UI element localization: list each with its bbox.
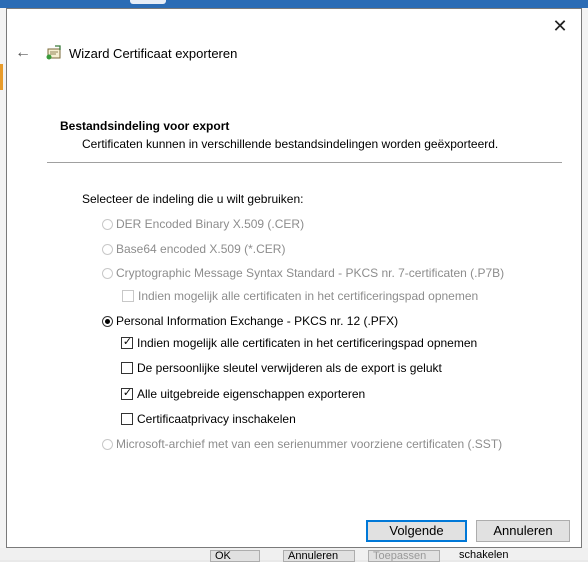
header-divider <box>47 162 562 163</box>
checkbox[interactable] <box>121 413 133 425</box>
radio-button[interactable] <box>102 438 113 450</box>
export-wizard-dialog: ✕ ← Wizard Certificaat exporteren Bestan… <box>6 8 582 548</box>
radio-der[interactable]: DER Encoded Binary X.509 (.CER) <box>102 217 304 231</box>
next-button[interactable]: Volgende <box>366 520 467 542</box>
radio-pfx[interactable]: Personal Information Exchange - PKCS nr.… <box>102 314 398 328</box>
radio-button[interactable] <box>102 218 113 230</box>
checkbox-pfx-privacy-label: Certificaatprivacy inschakelen <box>137 412 296 426</box>
radio-base64[interactable]: Base64 encoded X.509 (*.CER) <box>102 242 285 256</box>
close-button[interactable]: ✕ <box>549 15 571 37</box>
checkbox-pfx-delete-key[interactable]: De persoonlijke sleutel verwijderen als … <box>121 361 442 375</box>
checkmark-icon: ✓ <box>122 387 133 399</box>
section-heading: Bestandsindeling voor export <box>60 119 230 133</box>
radio-button[interactable] <box>102 243 113 255</box>
certificate-wizard-icon <box>46 45 61 60</box>
radio-pkcs7[interactable]: Cryptographic Message Syntax Standard - … <box>102 266 504 280</box>
checkbox-pfx-delete-key-label: De persoonlijke sleutel verwijderen als … <box>137 361 442 375</box>
background-ok-button: OK <box>210 550 260 562</box>
format-prompt: Selecteer de indeling die u wilt gebruik… <box>82 192 304 206</box>
radio-der-label: DER Encoded Binary X.509 (.CER) <box>116 217 305 231</box>
checkbox-pfx-export-props-label: Alle uitgebreide eigenschappen exportere… <box>137 387 366 401</box>
checkbox-checked[interactable]: ✓ <box>121 387 133 400</box>
dialog-title: Wizard Certificaat exporteren <box>69 46 238 61</box>
radio-sst-label: Microsoft-archief met van een serienumme… <box>116 437 503 451</box>
background-window-right <box>582 8 588 560</box>
radio-pkcs7-label: Cryptographic Message Syntax Standard - … <box>116 266 505 280</box>
checkbox-checked[interactable]: ✓ <box>121 336 133 349</box>
checkbox-pkcs7-include-path[interactable]: Indien mogelijk alle certificaten in het… <box>122 289 478 303</box>
radio-button[interactable] <box>102 267 113 279</box>
checkbox-pkcs7-include-path-label: Indien mogelijk alle certificaten in het… <box>138 289 479 303</box>
background-label: schakelen <box>459 550 509 560</box>
background-cancel-button: Annuleren <box>283 550 355 562</box>
background-apply-button: Toepassen <box>368 550 440 562</box>
section-subheading: Certificaten kunnen in verschillende bes… <box>82 137 499 151</box>
radio-button-selected[interactable] <box>102 315 113 327</box>
radio-base64-label: Base64 encoded X.509 (*.CER) <box>116 242 286 256</box>
checkbox-pfx-export-props[interactable]: ✓ Alle uitgebreide eigenschappen exporte… <box>121 387 365 401</box>
checkbox[interactable] <box>121 362 133 374</box>
checkbox-pfx-privacy[interactable]: Certificaatprivacy inschakelen <box>121 412 296 426</box>
checkbox-pfx-include-path[interactable]: ✓ Indien mogelijk alle certificaten in h… <box>121 336 477 350</box>
background-window-titlebar <box>0 0 588 8</box>
back-arrow-icon[interactable]: ← <box>13 43 33 63</box>
checkbox[interactable] <box>122 290 134 302</box>
checkbox-pfx-include-path-label: Indien mogelijk alle certificaten in het… <box>137 336 478 350</box>
background-accent <box>0 64 3 90</box>
radio-pfx-label: Personal Information Exchange - PKCS nr.… <box>116 314 399 328</box>
cancel-button[interactable]: Annuleren <box>476 520 570 542</box>
radio-sst[interactable]: Microsoft-archief met van een serienumme… <box>102 437 502 451</box>
background-window-bottom: OK Annuleren Toepassen schakelen <box>0 548 588 562</box>
background-tab <box>130 0 166 4</box>
checkmark-icon: ✓ <box>122 336 133 348</box>
